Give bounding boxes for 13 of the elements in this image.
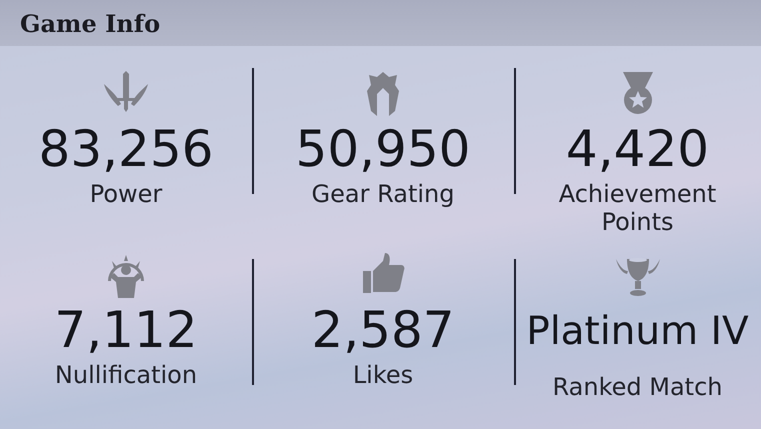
- stat-label: Achievement Points: [558, 180, 718, 236]
- stat-value: 7,112: [54, 300, 198, 360]
- stat-label: Gear Rating: [310, 180, 456, 208]
- stat-value: 4,420: [566, 119, 710, 180]
- stat-value: 83,256: [38, 119, 214, 180]
- stat-label: Likes: [352, 360, 414, 388]
- stat-value: 50,950: [296, 119, 470, 180]
- stat-label: Power: [88, 180, 164, 208]
- stat-label: Ranked Match: [552, 372, 724, 400]
- stat-label: Nullification: [54, 360, 198, 388]
- stat-value: 2,587: [311, 300, 455, 360]
- section-title: Game Info: [20, 8, 160, 38]
- stat-value: Platinum IV: [526, 308, 749, 356]
